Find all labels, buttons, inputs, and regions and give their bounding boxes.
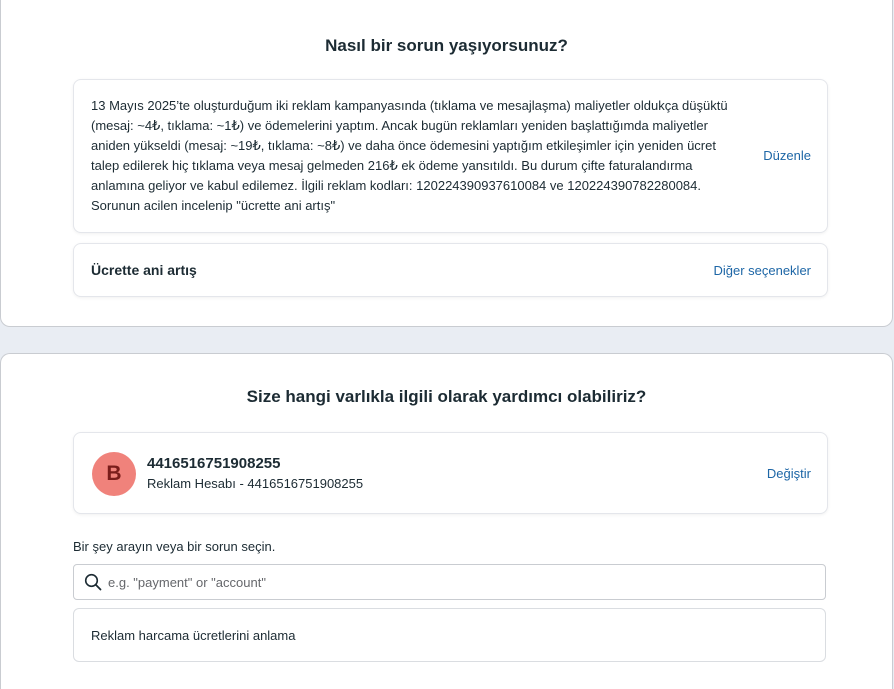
issue-section-title: Nasıl bir sorun yaşıyorsunuz?	[325, 36, 568, 55]
issue-card: Nasıl bir sorun yaşıyorsunuz? 13 Mayıs 2…	[0, 0, 893, 327]
support-page: Nasıl bir sorun yaşıyorsunuz? 13 Mayıs 2…	[0, 0, 894, 689]
search-input[interactable]	[108, 565, 808, 599]
change-asset-link[interactable]: Değiştir	[767, 466, 811, 481]
issue-description-box: 13 Mayıs 2025’te oluşturduğum iki reklam…	[73, 79, 828, 233]
issue-option-label: Reklam harcama ücretlerini anlama	[91, 628, 296, 643]
asset-box: B 4416516751908255 Reklam Hesabı - 44165…	[73, 432, 828, 514]
asset-subtitle: Reklam Hesabı - 4416516751908255	[147, 476, 364, 491]
search-label: Bir şey arayın veya bir sorun seçin.	[73, 539, 276, 554]
selected-issue-label: Ücrette ani artış	[91, 262, 197, 278]
edit-description-link[interactable]: Düzenle	[763, 148, 811, 163]
other-options-link[interactable]: Diğer seçenekler	[713, 263, 811, 278]
selected-issue-box: Ücrette ani artış Diğer seçenekler	[73, 243, 828, 297]
issue-description-text: 13 Mayıs 2025’te oluşturduğum iki reklam…	[91, 98, 728, 213]
asset-id: 4416516751908255	[147, 455, 281, 472]
asset-section-title: Size hangi varlıkla ilgili olarak yardım…	[246, 387, 647, 406]
search-icon	[84, 573, 102, 591]
issue-option-item[interactable]: Reklam harcama ücretlerini anlama	[73, 608, 826, 662]
avatar: B	[92, 452, 136, 496]
search-box[interactable]	[73, 564, 826, 600]
